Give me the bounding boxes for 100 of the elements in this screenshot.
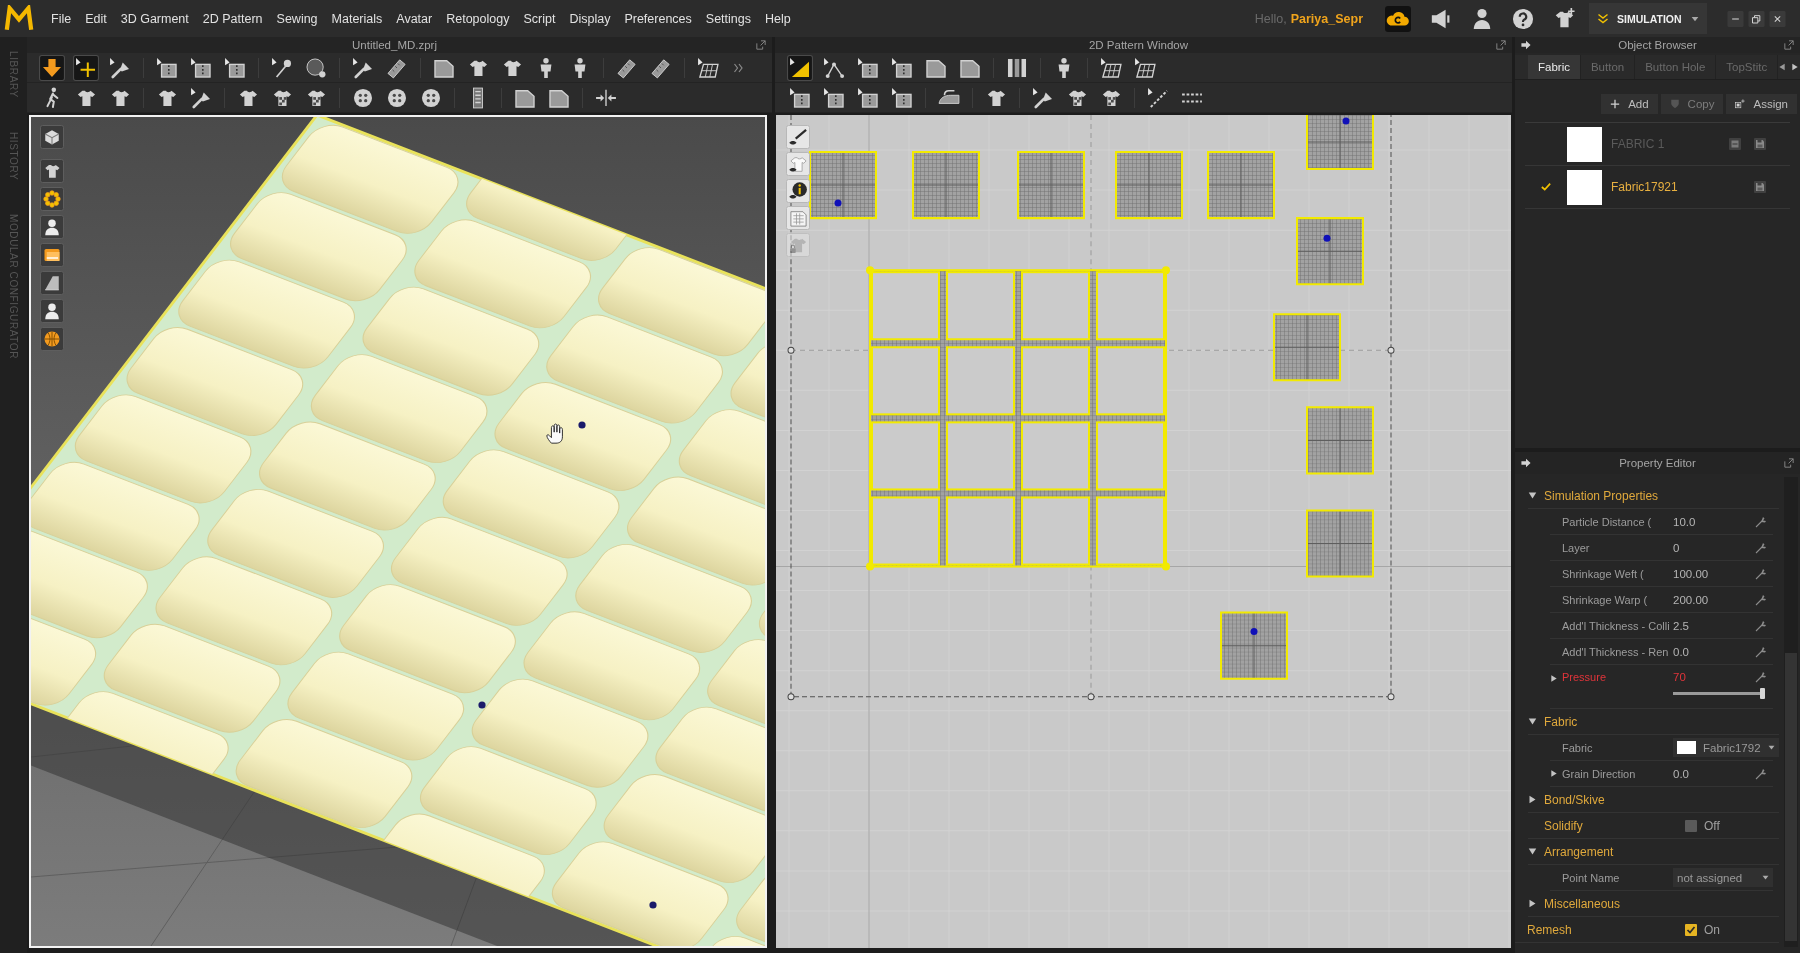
restore-icon[interactable]: [1748, 10, 1765, 27]
pattern-piece[interactable]: [912, 151, 980, 220]
resize-handle[interactable]: [787, 693, 795, 701]
wrench-icon[interactable]: [1755, 671, 1767, 683]
wrench-icon[interactable]: [1755, 767, 1767, 780]
popout-icon[interactable]: [1784, 458, 1794, 468]
popout-icon[interactable]: [756, 40, 766, 50]
wrench-icon[interactable]: [1755, 515, 1767, 528]
shirt-eye-icon[interactable]: [786, 152, 810, 176]
quilt-3d-drawing[interactable]: [29, 115, 767, 948]
action-button[interactable]: Assign: [1726, 94, 1797, 114]
caret-right-icon[interactable]: [1528, 795, 1537, 804]
pattern-piece[interactable]: [1306, 115, 1374, 171]
minus-box-icon[interactable]: [1729, 138, 1741, 150]
caret-down-icon[interactable]: [1528, 717, 1537, 726]
close-icon[interactable]: [1769, 10, 1786, 27]
pattern-piece[interactable]: [1306, 509, 1374, 578]
section-title[interactable]: Fabric: [1544, 714, 1578, 729]
app-logo-icon[interactable]: [4, 5, 34, 32]
avatar-icon[interactable]: [40, 299, 64, 323]
dots-ring-icon[interactable]: [40, 187, 64, 211]
point-marker-icon[interactable]: [578, 421, 586, 429]
move-cross-icon[interactable]: [73, 54, 99, 81]
resize-handle[interactable]: [1387, 346, 1395, 354]
menu-item[interactable]: Script: [516, 8, 563, 29]
wrench-icon[interactable]: [1755, 541, 1767, 554]
property-value[interactable]: 0: [1673, 541, 1680, 554]
point-marker-icon[interactable]: [478, 701, 486, 709]
pattern-piece[interactable]: [1306, 406, 1374, 475]
caret-down-icon[interactable]: [1528, 847, 1537, 856]
section-title[interactable]: Miscellaneous: [1544, 896, 1621, 911]
property-value[interactable]: 100.00: [1673, 567, 1709, 580]
resize-handle[interactable]: [1387, 693, 1395, 701]
caret-right-icon[interactable]: [1550, 769, 1558, 778]
slanted-panel-icon[interactable]: [40, 271, 64, 295]
speaker-icon[interactable]: [1430, 7, 1452, 30]
scroll-right-icon[interactable]: [1791, 62, 1800, 72]
point-marker-icon[interactable]: [649, 901, 657, 909]
property-value[interactable]: 2.5: [1673, 619, 1689, 632]
dropdown[interactable]: not assigned: [1673, 868, 1773, 887]
menu-item[interactable]: Help: [757, 8, 798, 29]
scroll-left-icon[interactable]: [1778, 62, 1787, 72]
section-title[interactable]: Bond/Skive: [1544, 792, 1605, 807]
point-marker-icon[interactable]: [834, 199, 842, 207]
point-marker-icon[interactable]: [1342, 117, 1350, 125]
property-value[interactable]: 70: [1673, 671, 1686, 683]
right-arrow-icon[interactable]: [1521, 40, 1531, 50]
point-marker-icon[interactable]: [1323, 234, 1331, 242]
menu-item[interactable]: Settings: [698, 8, 758, 29]
menu-item[interactable]: Preferences: [617, 8, 699, 29]
section-title[interactable]: Arrangement: [1544, 844, 1614, 859]
help-icon[interactable]: [1512, 7, 1534, 30]
property-value[interactable]: 0.0: [1673, 645, 1689, 658]
resize-handle[interactable]: [787, 346, 795, 354]
minimize-icon[interactable]: [1727, 10, 1744, 27]
resize-handle[interactable]: [1087, 693, 1095, 701]
pen-eye-icon[interactable]: [786, 125, 810, 149]
menu-item[interactable]: Display: [562, 8, 618, 29]
property-value[interactable]: 0.0: [1673, 767, 1689, 780]
pattern-piece[interactable]: [1207, 151, 1275, 220]
menu-item[interactable]: Avatar: [389, 8, 440, 29]
fabric-name[interactable]: Fabric17921: [1611, 180, 1678, 194]
shirt-plus-icon[interactable]: [1553, 7, 1575, 30]
info-icon[interactable]: [786, 179, 810, 203]
wrench-icon[interactable]: [1755, 645, 1767, 658]
save-icon[interactable]: [1754, 138, 1766, 150]
pattern-piece[interactable]: [1296, 217, 1364, 286]
pattern-grid-piece[interactable]: [866, 266, 1170, 571]
property-value[interactable]: 200.00: [1673, 593, 1709, 606]
wrench-icon[interactable]: [1755, 619, 1767, 632]
tab[interactable]: Fabric: [1528, 55, 1581, 79]
caret-right-icon[interactable]: [1550, 673, 1558, 683]
property-value[interactable]: 10.0: [1673, 515, 1696, 528]
menu-item[interactable]: 3D Garment: [113, 8, 196, 29]
menu-item[interactable]: Edit: [78, 8, 114, 29]
point-marker-icon[interactable]: [1250, 628, 1258, 636]
menu-item[interactable]: Materials: [324, 8, 390, 29]
cube-icon[interactable]: [40, 125, 64, 149]
section-title[interactable]: Simulation Properties: [1544, 488, 1659, 503]
pattern-piece[interactable]: [1220, 611, 1288, 680]
checkbox[interactable]: [1685, 819, 1697, 832]
pattern-piece[interactable]: [1273, 313, 1341, 382]
wrench-icon[interactable]: [1755, 593, 1767, 606]
popout-icon[interactable]: [1496, 40, 1506, 50]
dropdown[interactable]: Fabric1792: [1673, 738, 1779, 757]
user-name[interactable]: Pariya_Sepr: [1290, 11, 1363, 26]
mode-dropdown[interactable]: SIMULATION: [1589, 3, 1707, 34]
menu-item[interactable]: 2D Pattern: [195, 8, 270, 29]
caret-right-icon[interactable]: [1528, 899, 1537, 908]
menu-item[interactable]: Sewing: [269, 8, 325, 29]
pattern-piece[interactable]: [1017, 151, 1085, 220]
right-arrow-icon[interactable]: [1521, 458, 1531, 468]
pattern-piece[interactable]: [809, 151, 877, 220]
shirt-icon[interactable]: [40, 159, 64, 183]
pattern-piece[interactable]: [1115, 151, 1183, 220]
checkbox[interactable]: [1685, 923, 1697, 936]
caret-down-icon[interactable]: [1528, 491, 1537, 500]
person-icon[interactable]: [40, 215, 64, 239]
fabric-swatch-icon[interactable]: [1567, 169, 1602, 205]
user-icon[interactable]: [1471, 7, 1493, 30]
